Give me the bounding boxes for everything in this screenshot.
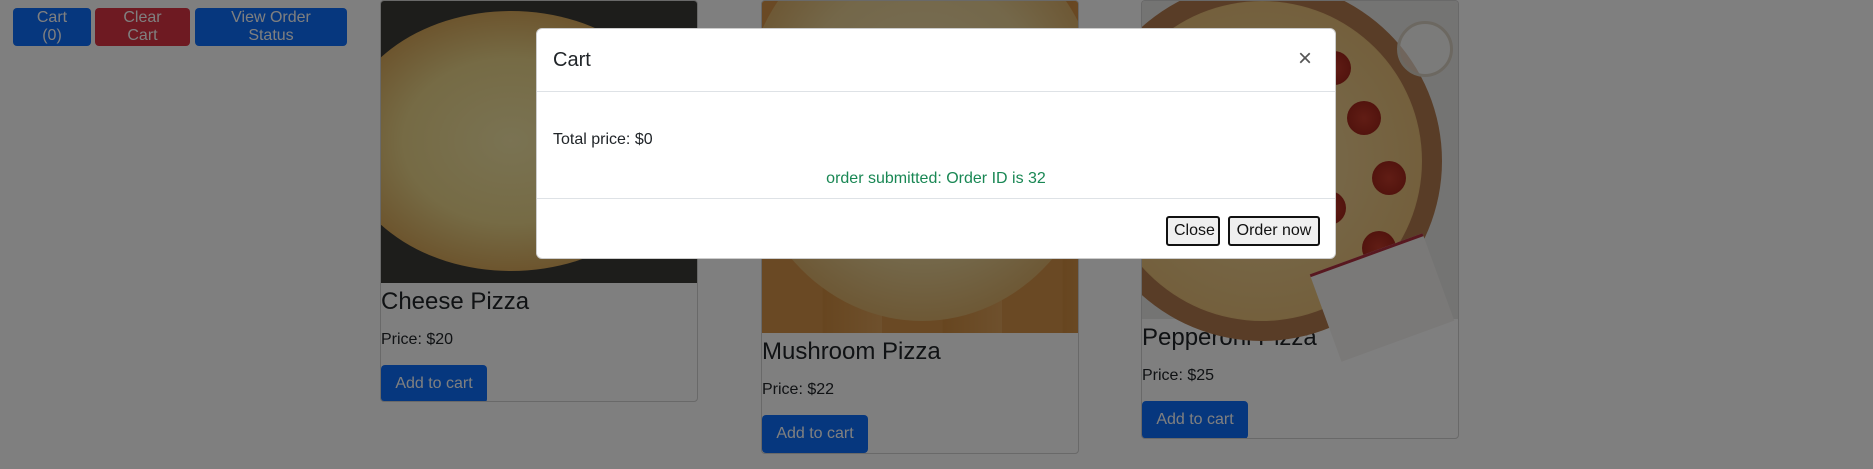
cart-modal: Cart × Total price: $0 order submitted: … [536, 28, 1336, 259]
modal-body: Total price: $0 order submitted: Order I… [537, 92, 1335, 199]
modal-title: Cart [553, 49, 591, 71]
close-icon[interactable]: × [1289, 43, 1321, 75]
close-button[interactable]: Close [1166, 216, 1220, 246]
order-now-button[interactable]: Order now [1228, 216, 1320, 246]
modal-header: Cart × [537, 29, 1335, 92]
modal-footer: Close Order now [537, 199, 1335, 259]
order-confirmation-message: order submitted: Order ID is 32 [826, 170, 1046, 187]
total-price: Total price: $0 [553, 131, 653, 148]
